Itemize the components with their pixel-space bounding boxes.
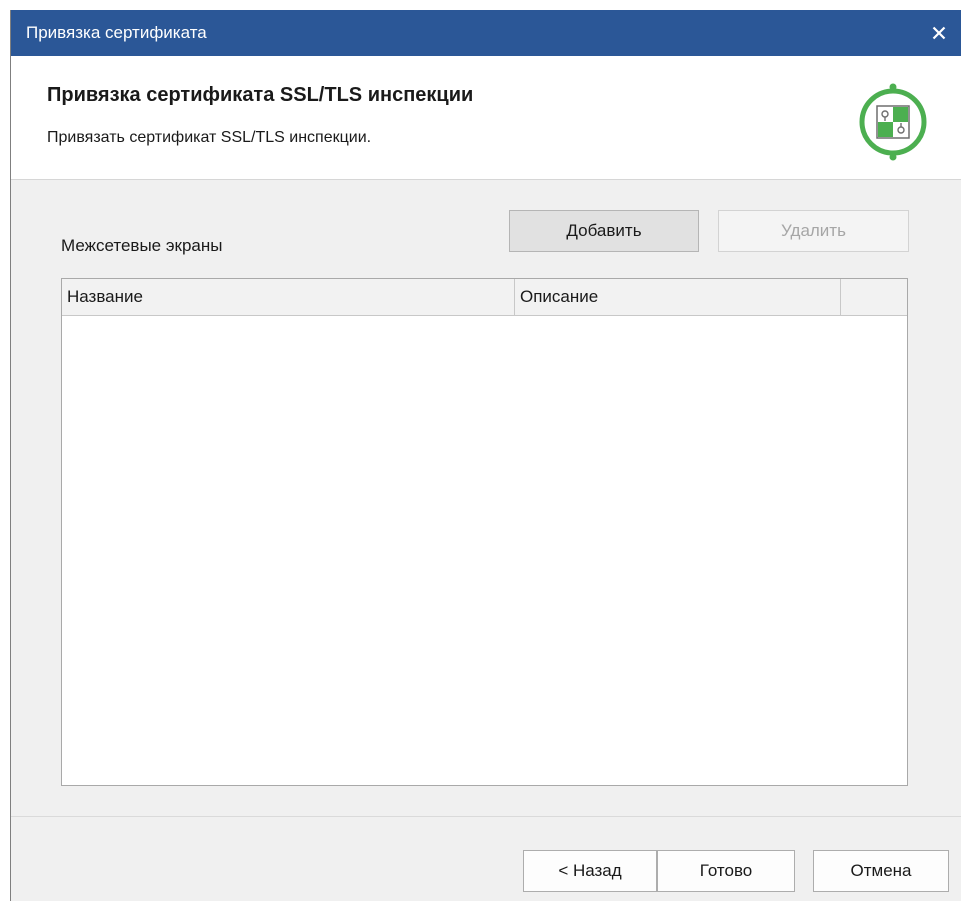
firewalls-label: Межсетевые экраны <box>61 236 223 255</box>
done-button[interactable]: Готово <box>657 850 795 892</box>
delete-button[interactable]: Удалить <box>718 210 909 252</box>
table-header: Название Описание <box>62 279 907 316</box>
column-header-description[interactable]: Описание <box>515 279 841 315</box>
column-header-name[interactable]: Название <box>62 279 515 315</box>
back-button[interactable]: < Назад <box>523 850 657 892</box>
column-header-extra[interactable] <box>841 279 907 315</box>
close-icon <box>932 26 946 40</box>
close-button[interactable] <box>916 10 961 56</box>
dialog-window: Привязка сертификата Привязка сертификат… <box>10 10 961 901</box>
table-body[interactable] <box>62 316 907 785</box>
title-bar: Привязка сертификата <box>11 10 961 56</box>
wizard-header: Привязка сертификата SSL/TLS инспекции П… <box>11 56 961 180</box>
window-title: Привязка сертификата <box>26 23 207 42</box>
footer-divider <box>11 816 961 817</box>
firewalls-table[interactable]: Название Описание <box>61 278 908 786</box>
page-subtitle: Привязать сертификат SSL/TLS инспекции. <box>47 129 372 146</box>
page-title: Привязка сертификата SSL/TLS инспекции <box>47 84 474 106</box>
cancel-button[interactable]: Отмена <box>813 850 949 892</box>
certificate-logo-icon <box>859 83 927 161</box>
add-button[interactable]: Добавить <box>509 210 699 252</box>
